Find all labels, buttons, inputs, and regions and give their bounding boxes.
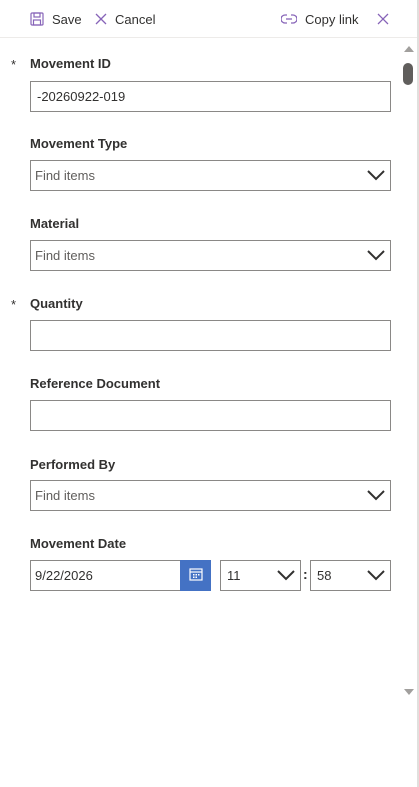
form-body: * Movement ID -20260922-019 Movement Typ… xyxy=(0,38,400,787)
minute-dropdown[interactable]: 58 xyxy=(310,560,391,591)
required-indicator: * xyxy=(11,57,17,72)
command-bar: Save Cancel Copy link xyxy=(0,0,419,38)
movement-date-input[interactable]: 9/22/2026 xyxy=(30,560,211,591)
reference-document-input[interactable] xyxy=(30,400,391,431)
material-dropdown[interactable]: Find items xyxy=(30,240,391,271)
save-icon xyxy=(30,12,44,26)
copy-link-label: Copy link xyxy=(305,11,359,27)
material-placeholder: Find items xyxy=(35,248,95,263)
edit-form-panel: Save Cancel Copy link * Movement ID -202… xyxy=(0,0,419,787)
minute-value: 58 xyxy=(317,568,332,583)
quantity-label: Quantity xyxy=(30,296,83,311)
time-separator: : xyxy=(303,566,308,582)
save-label: Save xyxy=(52,11,82,27)
performed-by-label: Performed By xyxy=(30,457,116,472)
close-button[interactable] xyxy=(377,9,389,29)
close-icon xyxy=(377,13,389,25)
chevron-down-icon xyxy=(366,247,386,266)
material-label: Material xyxy=(30,216,80,231)
quantity-input[interactable] xyxy=(30,320,391,351)
movement-type-placeholder: Find items xyxy=(35,168,95,183)
save-button[interactable]: Save xyxy=(30,9,82,29)
link-icon xyxy=(281,14,297,24)
scroll-thumb[interactable] xyxy=(403,63,413,85)
movement-id-label: Movement ID xyxy=(30,56,111,71)
copy-link-button[interactable]: Copy link xyxy=(281,9,358,29)
cancel-label: Cancel xyxy=(115,11,156,27)
chevron-down-icon xyxy=(366,487,386,506)
vertical-scrollbar[interactable] xyxy=(401,38,417,708)
performed-by-placeholder: Find items xyxy=(35,488,95,503)
movement-id-input[interactable]: -20260922-019 xyxy=(30,81,391,112)
scroll-up-arrow-icon[interactable] xyxy=(404,46,414,52)
cancel-icon xyxy=(95,13,107,25)
movement-id-value: -20260922-019 xyxy=(37,89,126,104)
chevron-down-icon xyxy=(366,567,386,586)
reference-document-label: Reference Document xyxy=(30,376,161,391)
movement-type-dropdown[interactable]: Find items xyxy=(30,160,391,191)
chevron-down-icon xyxy=(366,167,386,186)
performed-by-dropdown[interactable]: Find items xyxy=(30,480,391,511)
hour-dropdown[interactable]: 11 xyxy=(220,560,301,591)
cancel-button[interactable]: Cancel xyxy=(95,9,155,29)
hour-value: 11 xyxy=(227,568,241,583)
movement-date-value: 9/22/2026 xyxy=(35,568,93,583)
calendar-button[interactable] xyxy=(180,560,211,591)
movement-date-label: Movement Date xyxy=(30,536,127,551)
calendar-icon xyxy=(188,567,203,584)
required-indicator: * xyxy=(11,297,17,312)
chevron-down-icon xyxy=(276,567,296,586)
scroll-down-arrow-icon[interactable] xyxy=(404,689,414,695)
movement-type-label: Movement Type xyxy=(30,136,128,151)
